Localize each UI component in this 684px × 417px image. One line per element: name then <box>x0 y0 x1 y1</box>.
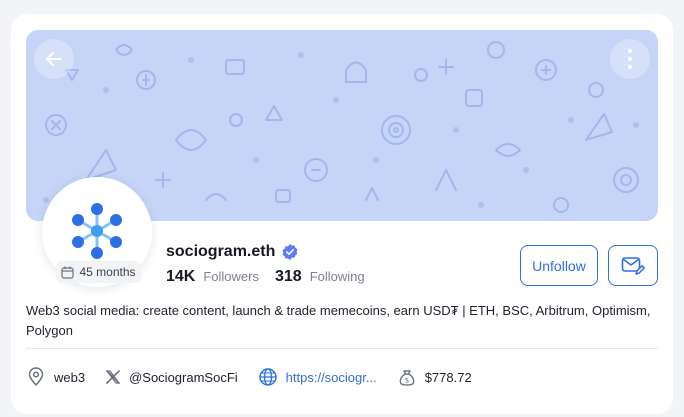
profile-meta-row: web3 @SociogramSocFi https://sociogr... … <box>26 366 492 388</box>
more-options-button[interactable] <box>610 39 650 79</box>
follow-stats: 14K Followers 318 Following <box>166 268 365 286</box>
website-item[interactable]: https://sociogr... <box>258 367 377 387</box>
unfollow-button[interactable]: Unfollow <box>520 245 598 286</box>
arrow-left-icon <box>46 52 62 66</box>
profile-name: sociogram.eth <box>166 243 276 260</box>
tag-text: web3 <box>54 369 86 385</box>
account-age-badge: 45 months <box>56 261 141 283</box>
back-button[interactable] <box>34 39 74 79</box>
money-bag-icon: $ <box>399 370 415 386</box>
avatar[interactable]: 45 months <box>42 177 152 287</box>
sociogram-logo-icon <box>72 203 122 259</box>
followers-label[interactable]: Followers <box>203 269 259 284</box>
divider <box>26 348 658 349</box>
profile-card: 45 months sociogram.eth 14K Followers 31… <box>11 14 673 414</box>
x-logo-icon <box>106 370 120 384</box>
globe-icon <box>258 368 277 386</box>
followers-count: 14K <box>166 268 196 285</box>
tag-item: web3 <box>26 367 85 387</box>
balance-item: $ $778.72 <box>397 367 472 387</box>
account-age-text: 45 months <box>79 265 136 279</box>
mail-edit-icon <box>621 256 645 275</box>
following-label[interactable]: Following <box>310 269 365 284</box>
svg-text:$: $ <box>404 377 408 385</box>
profile-bio: Web3 social media: create content, launc… <box>26 303 651 338</box>
more-vertical-icon <box>628 49 632 69</box>
following-count: 318 <box>274 268 302 285</box>
verified-badge-icon <box>282 244 298 260</box>
x-handle-item[interactable]: @SociogramSocFi <box>105 369 238 385</box>
website-link[interactable]: https://sociogr... <box>286 370 377 385</box>
balance-text: $778.72 <box>424 369 472 385</box>
location-pin-icon <box>28 367 44 386</box>
message-button[interactable] <box>608 245 658 286</box>
x-handle-text[interactable]: @SociogramSocFi <box>129 370 238 385</box>
profile-name-row: sociogram.eth <box>166 243 299 261</box>
calendar-icon <box>61 266 75 279</box>
